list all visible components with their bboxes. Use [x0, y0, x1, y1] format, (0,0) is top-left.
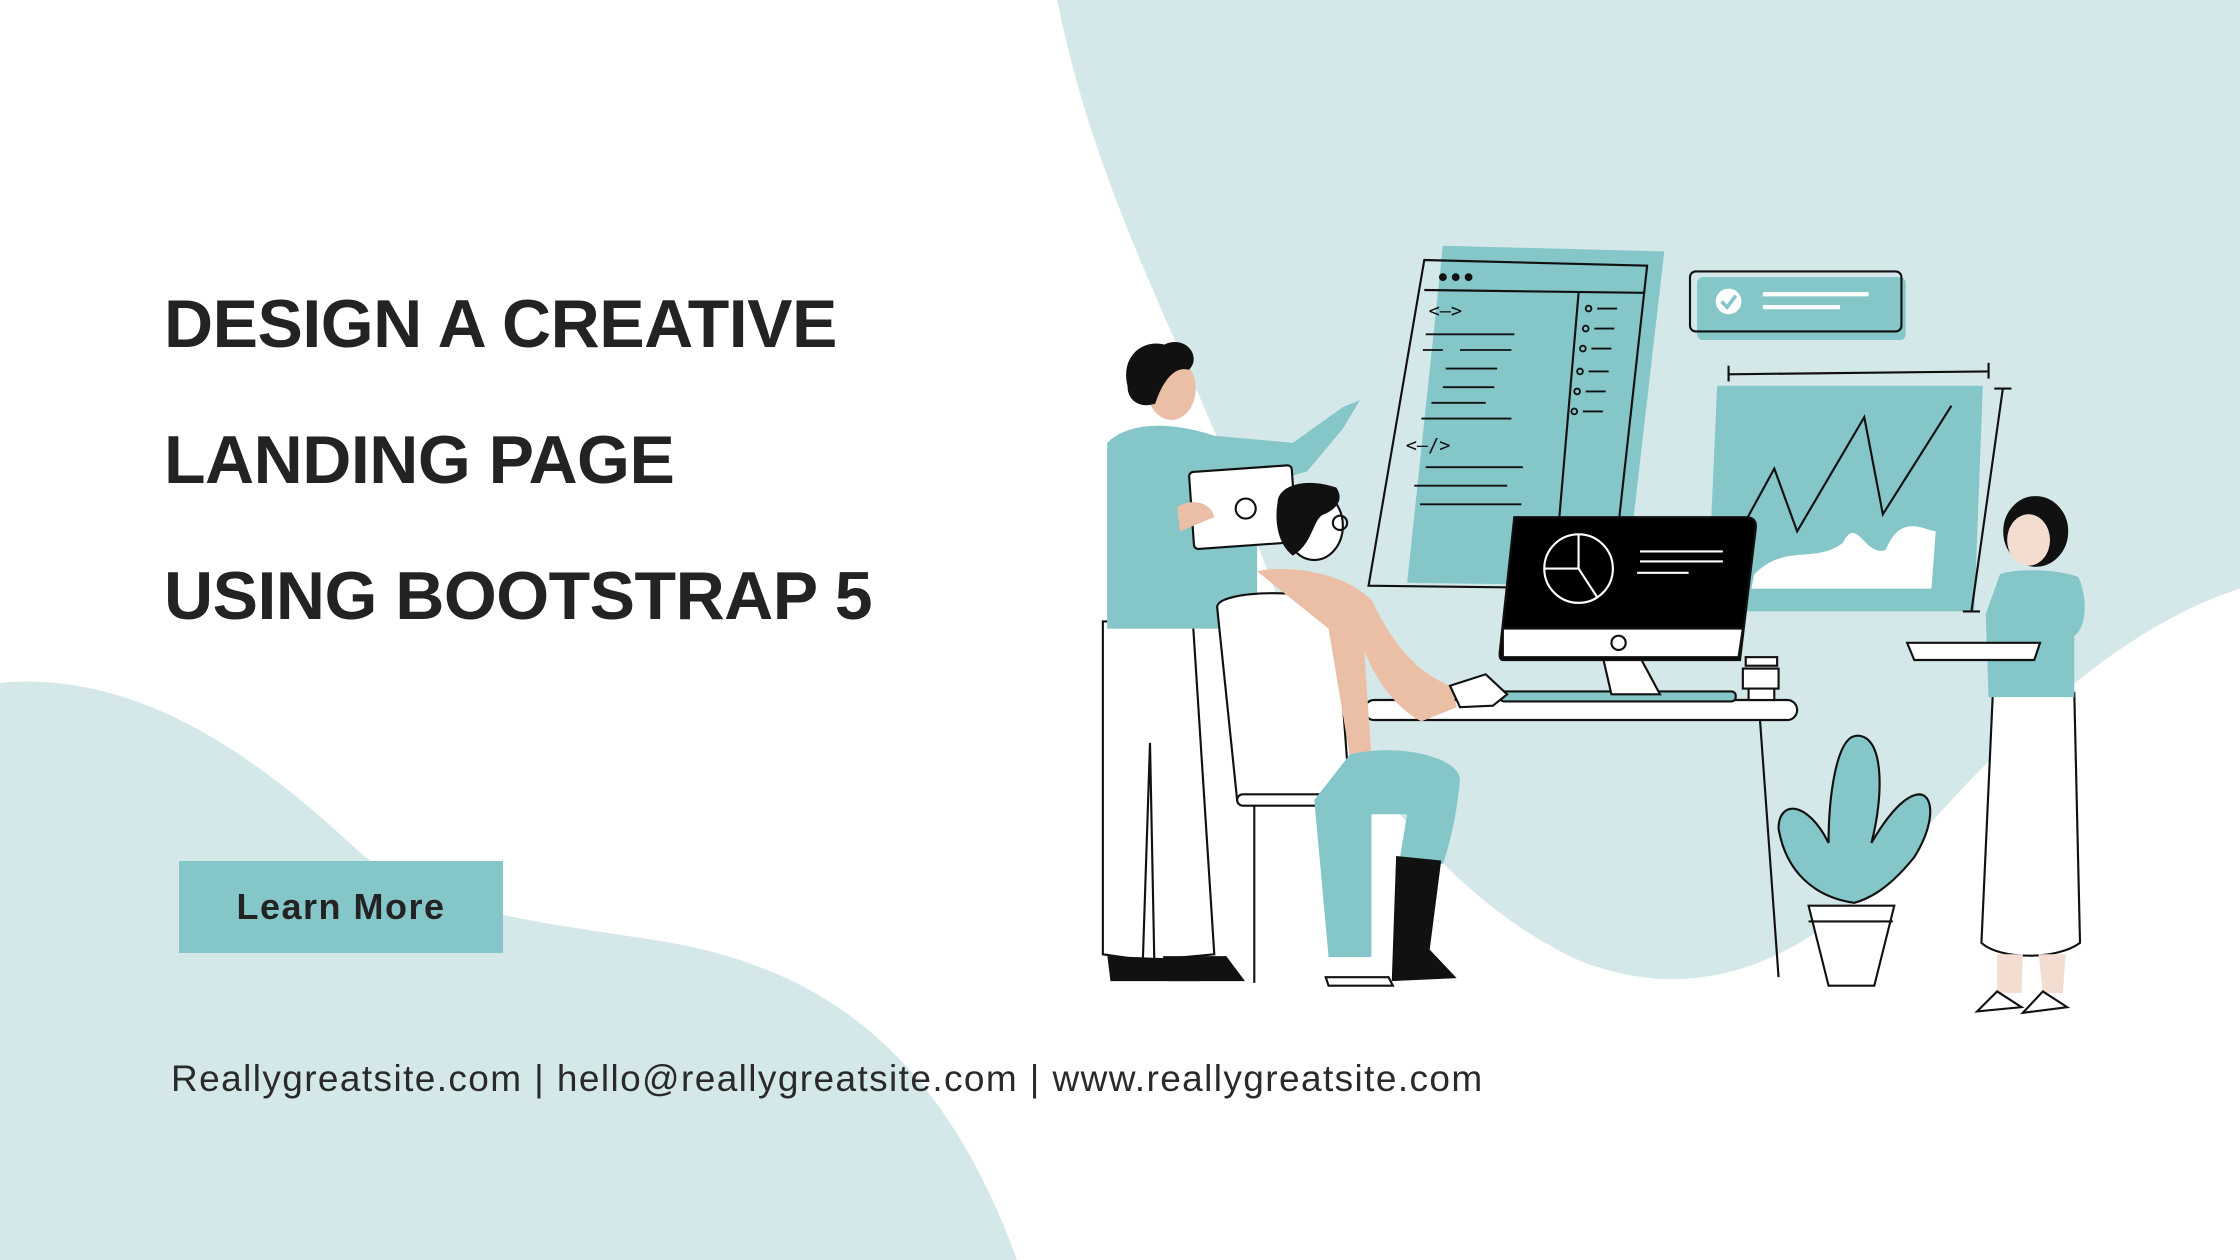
bottom-left-background-blob: [0, 681, 1018, 1260]
code-tag-close: <—/>: [1406, 435, 1451, 456]
footer-contact-info: Reallygreatsite.com | hello@reallygreats…: [171, 1058, 1484, 1099]
hero-title-line-1: DESIGN A CREATIVE: [164, 286, 837, 362]
learn-more-button[interactable]: Learn More: [179, 861, 503, 953]
chart-panel: [1707, 362, 2012, 613]
notification-card: [1688, 270, 1906, 340]
hero-title-line-3: USING BOOTSTRAP 5: [164, 558, 873, 634]
code-tag-open: <—>: [1429, 301, 1463, 322]
hero-title-line-2: LANDING PAGE: [164, 422, 675, 498]
check-icon: [1715, 288, 1742, 315]
